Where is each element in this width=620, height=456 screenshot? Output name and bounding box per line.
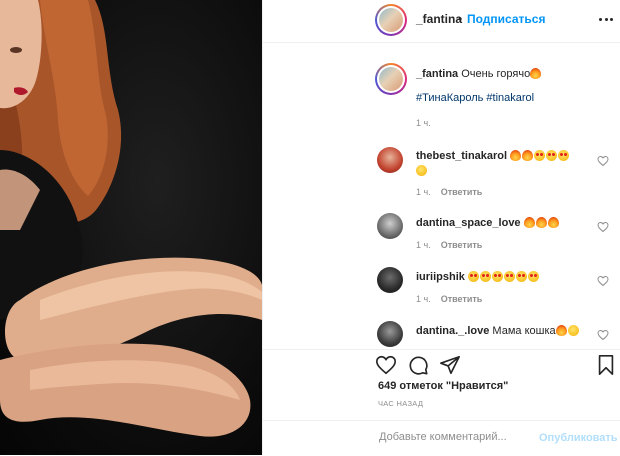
comment-bubble-icon[interactable] (407, 354, 429, 376)
comment-username[interactable]: iuriipshik (416, 271, 465, 283)
hashtag-links[interactable]: #ТинаКароль #tinakarol (416, 92, 534, 104)
heart-eyes-emoji-icon (527, 271, 539, 282)
heart-outline-icon[interactable] (375, 354, 397, 376)
smile-emoji-icon (416, 165, 427, 176)
reply-button[interactable]: Ответить (441, 187, 483, 197)
fire-emoji-icon (535, 217, 547, 228)
action-bar (263, 349, 620, 380)
caption-text: _fantina Очень горячо (416, 67, 591, 82)
publish-button[interactable]: Опубликовать (539, 432, 618, 444)
comment-time: 1 ч. (416, 187, 431, 197)
comment-time: 1 ч. (416, 240, 431, 250)
bookmark-icon[interactable] (595, 354, 617, 376)
fire-emoji-icon (522, 150, 534, 161)
post-side-panel: _fantina • Подписаться _fantina Очень го… (262, 0, 620, 455)
comment-meta: 1 ч. Ответить (416, 187, 482, 197)
caption-hashtags: #ТинаКароль #tinakarol (416, 91, 591, 106)
author-avatar[interactable] (375, 4, 407, 36)
comment-body: Мама кошка (492, 325, 556, 337)
post-photo[interactable] (0, 0, 262, 455)
reply-button[interactable]: Ответить (441, 294, 483, 304)
author-username[interactable]: _fantina (416, 12, 462, 26)
like-comment-heart-icon[interactable] (597, 275, 609, 287)
like-comment-heart-icon[interactable] (597, 221, 609, 233)
comment-text: thebest_tinakarol (416, 149, 591, 179)
more-options-icon[interactable] (599, 9, 613, 29)
post-header: _fantina • Подписаться (263, 0, 620, 43)
commenter-avatar[interactable] (377, 213, 403, 239)
heart-eyes-emoji-icon (515, 271, 527, 282)
caption-avatar[interactable] (375, 63, 407, 95)
add-comment-bar: Опубликовать (263, 420, 620, 456)
likes-count[interactable]: 649 отметок "Нравится" (378, 380, 508, 392)
comment-text: dantina_space_love (416, 216, 591, 231)
comment-meta: 1 ч. Ответить (416, 294, 482, 304)
like-comment-heart-icon[interactable] (597, 155, 609, 167)
smile-emoji-icon (567, 325, 579, 336)
comments-list: _fantina Очень горячо #ТинаКароль #tinak… (263, 43, 620, 349)
comment-input[interactable] (377, 430, 531, 444)
reply-button[interactable]: Ответить (441, 240, 483, 250)
caption-time: 1 ч. (416, 118, 431, 128)
heart-eyes-emoji-icon (558, 150, 570, 161)
photo-illustration (0, 0, 262, 437)
heart-eyes-emoji-icon (503, 271, 515, 282)
comment-time: 1 ч. (416, 294, 431, 304)
heart-eyes-emoji-icon (546, 150, 558, 161)
fire-emoji-icon (555, 325, 567, 336)
heart-eyes-emoji-icon (491, 271, 503, 282)
heart-eyes-emoji-icon (479, 271, 491, 282)
paper-plane-icon[interactable] (439, 354, 461, 376)
instagram-post: _fantina • Подписаться _fantina Очень го… (0, 0, 620, 455)
fire-emoji-icon (510, 150, 522, 161)
comment-username[interactable]: dantina._.love (416, 325, 489, 337)
comment-text: iuriipshik (416, 270, 591, 285)
comment-meta: 1 ч. Ответить (416, 240, 482, 250)
fire-emoji-icon (523, 217, 535, 228)
comment-text: dantina._.love Мама кошка (416, 324, 591, 339)
caption-body: Очень горячо (461, 68, 531, 80)
comment-username[interactable]: dantina_space_love (416, 217, 521, 229)
fire-emoji-icon (530, 68, 542, 79)
fire-emoji-icon (547, 217, 559, 228)
follow-button[interactable]: Подписаться (467, 12, 545, 26)
comment-username[interactable]: thebest_tinakarol (416, 150, 507, 162)
commenter-avatar[interactable] (377, 147, 403, 173)
separator-dot: • (458, 12, 463, 26)
heart-eyes-emoji-icon (467, 271, 479, 282)
like-comment-heart-icon[interactable] (597, 329, 609, 341)
commenter-avatar[interactable] (377, 267, 403, 293)
post-timestamp: ЧАС НАЗАД (378, 399, 424, 408)
caption-username[interactable]: _fantina (416, 68, 458, 80)
heart-eyes-emoji-icon (534, 150, 546, 161)
commenter-avatar[interactable] (377, 321, 403, 347)
